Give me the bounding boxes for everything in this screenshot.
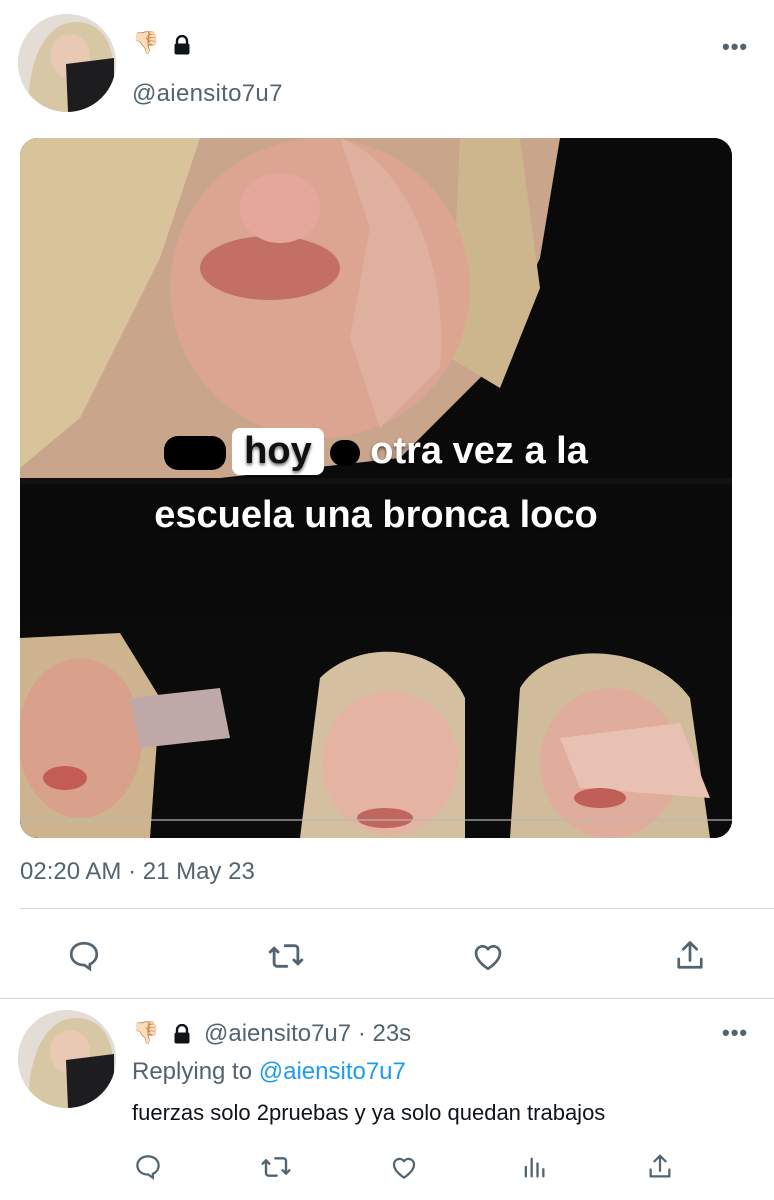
divider (20, 908, 774, 909)
lock-icon (172, 34, 192, 60)
tweet-timestamp[interactable]: 02:20 AM · 21 May 23 (20, 858, 255, 886)
reply-avatar[interactable] (18, 1010, 116, 1108)
replying-to-handle[interactable]: @aiensito7u7 (259, 1058, 406, 1085)
reply-button[interactable] (60, 934, 108, 978)
censor-scribble (164, 435, 227, 470)
retweet-icon (268, 944, 304, 968)
reply-handle[interactable]: @aiensito7u7 (204, 1020, 351, 1047)
meme-caption-line-1: hoy otra vez a la (20, 428, 732, 475)
reply-body-text: fuerzas solo 2pruebas y ya solo quedan t… (132, 1100, 606, 1125)
reply-icon (136, 1155, 160, 1180)
retweet-button[interactable] (258, 1148, 294, 1186)
separator-dot: · (357, 1020, 366, 1047)
section-divider (0, 998, 774, 999)
replying-to-label: Replying to (132, 1058, 253, 1085)
like-button[interactable] (386, 1148, 422, 1186)
more-options-icon[interactable]: ••• (722, 34, 748, 60)
retweet-button[interactable] (262, 934, 310, 978)
meme-caption-line-2: escuela una bronca loco (154, 494, 598, 536)
reply-button[interactable] (130, 1148, 166, 1186)
views-icon (524, 1157, 545, 1178)
replying-to-line: Replying to @aiensito7u7 (132, 1058, 406, 1086)
author-handle[interactable]: @aiensito7u7 (132, 80, 283, 108)
meme-caption-boxed-word: hoy (232, 428, 324, 475)
share-button[interactable] (642, 1148, 678, 1186)
share-icon (677, 941, 703, 969)
retweet-icon (261, 1157, 291, 1177)
avatar[interactable] (18, 14, 116, 112)
lock-icon (172, 1023, 192, 1049)
reply-time[interactable]: 23s (372, 1020, 411, 1047)
censor-scribble (329, 439, 360, 466)
thumbs-down-emoji: 👎🏻 (132, 1020, 160, 1045)
like-button[interactable] (464, 934, 512, 978)
thumbs-down-emoji: 👎🏻 (132, 30, 160, 55)
meme-caption-line-1-text: otra vez a la (370, 430, 588, 472)
reply-icon (69, 941, 99, 972)
more-options-icon[interactable]: ••• (722, 1020, 748, 1046)
tweet-media-image[interactable]: hoy otra vez a la escuela una bronca loc… (20, 138, 732, 838)
reply-header: @aiensito7u7 · 23s (204, 1020, 411, 1048)
views-button[interactable] (516, 1148, 552, 1186)
share-button[interactable] (666, 934, 714, 978)
like-icon (392, 1157, 416, 1179)
like-icon (474, 944, 502, 971)
share-icon (649, 1154, 671, 1178)
meme-photo-illustration (20, 138, 732, 838)
